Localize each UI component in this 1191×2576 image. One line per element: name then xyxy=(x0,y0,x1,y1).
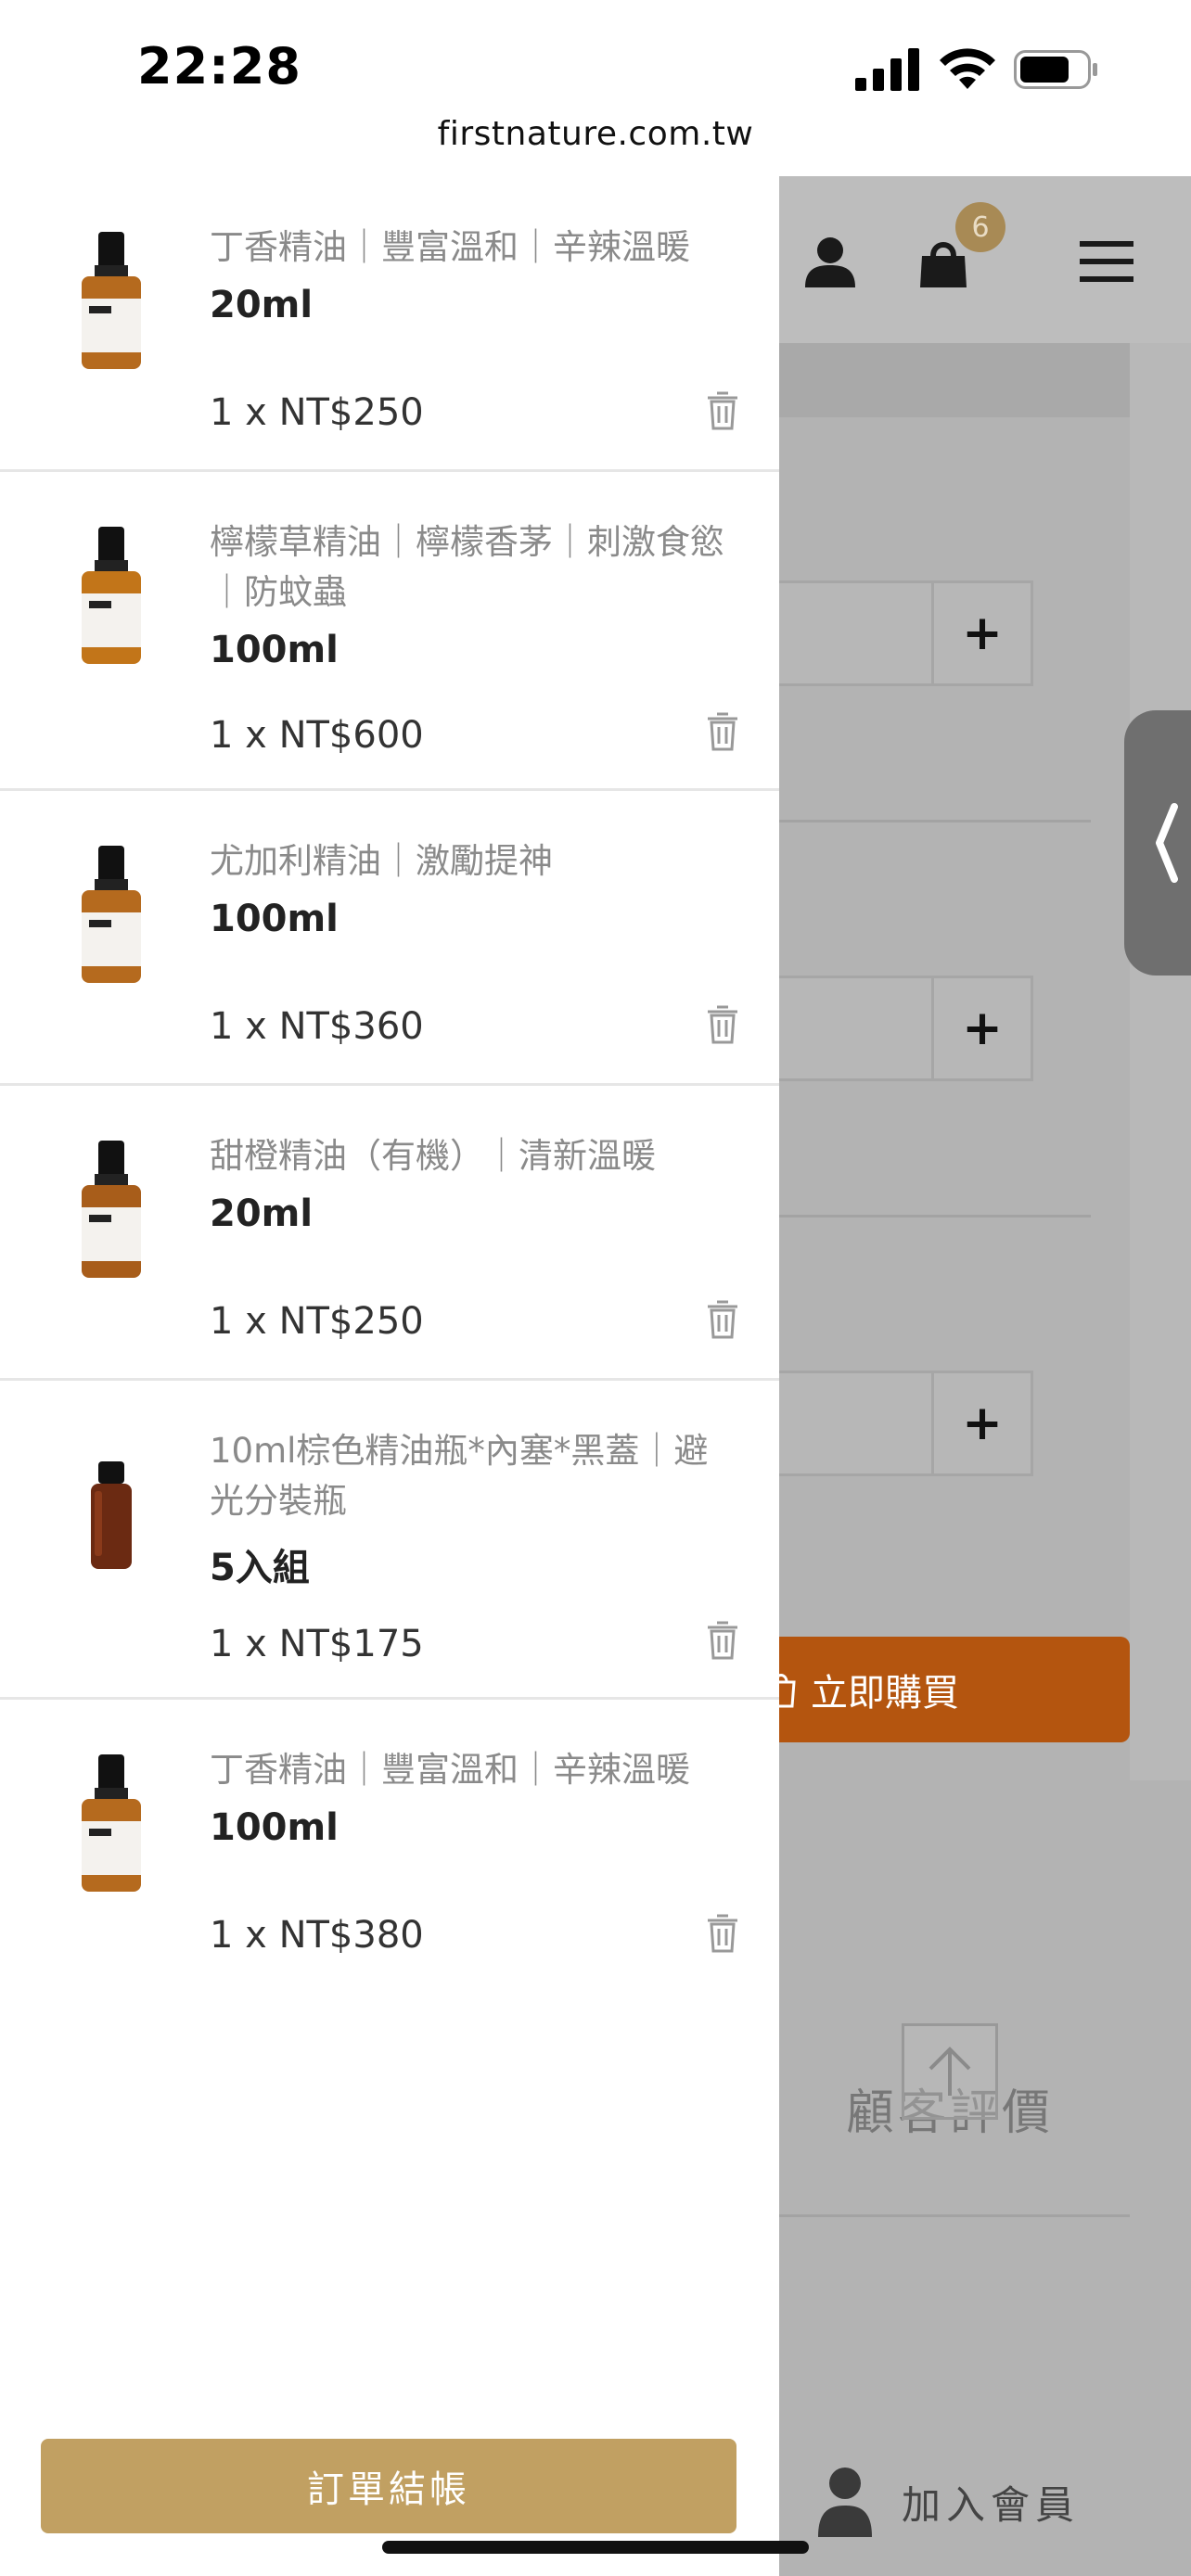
item-variant: 100ml xyxy=(210,629,339,671)
item-qty: 1 x xyxy=(210,714,267,757)
item-amount: NT$380 xyxy=(278,1914,424,1957)
item-qty: 1 x xyxy=(210,1300,267,1343)
item-name[interactable]: 10ml棕色精油瓶*內塞*黑蓋｜避光分裝瓶 xyxy=(210,1426,729,1526)
back-to-top-button[interactable] xyxy=(902,2023,998,2120)
item-qty: 1 x xyxy=(210,1005,267,1048)
status-bar: 22:28 firstnature.com.tw xyxy=(0,0,1191,176)
trash-icon[interactable] xyxy=(705,1003,740,1044)
plus-button[interactable]: + xyxy=(931,976,1033,1081)
plus-button[interactable]: + xyxy=(931,1371,1033,1476)
cart-count-badge: 6 xyxy=(955,202,1005,252)
cart-item: 甜橙精油（有機）｜清新溫暖 20ml 1 x NT$250 xyxy=(0,1085,779,1381)
item-qty: 1 x xyxy=(210,1623,267,1665)
page-column xyxy=(1130,343,1191,1780)
item-amount: NT$250 xyxy=(278,1300,424,1343)
join-member-button[interactable]: 加入會員 xyxy=(816,2467,1080,2537)
cart-item: 丁香精油｜豐富溫和｜辛辣溫暖 100ml 1 x NT$380 xyxy=(0,1699,779,1992)
battery-icon xyxy=(1014,50,1097,89)
product-image xyxy=(82,232,141,369)
signal-icon xyxy=(855,48,919,91)
menu-icon[interactable] xyxy=(1080,239,1133,284)
product-image xyxy=(91,1461,132,1569)
item-price: 1 x NT$600 xyxy=(210,714,424,757)
item-variant: 100ml xyxy=(210,1806,339,1849)
item-amount: NT$360 xyxy=(278,1005,424,1048)
item-variant: 5入組 xyxy=(210,1547,310,1589)
trash-icon[interactable] xyxy=(705,1619,740,1660)
trash-icon[interactable] xyxy=(705,389,740,430)
buy-now-label: 立即購買 xyxy=(811,1672,959,1715)
plus-button[interactable]: + xyxy=(931,580,1033,686)
clock: 22:28 xyxy=(137,37,301,96)
item-variant: 100ml xyxy=(210,898,339,940)
product-image xyxy=(82,1754,141,1892)
cart-drawer: 丁香精油｜豐富溫和｜辛辣溫暖 20ml 1 x NT$250 檸檬草精油｜檸檬香… xyxy=(0,176,779,2576)
member-icon xyxy=(818,2468,872,2537)
checkout-button[interactable]: 訂單結帳 xyxy=(41,2439,736,2533)
divider xyxy=(775,820,1091,823)
url-bar[interactable]: firstnature.com.tw xyxy=(0,115,1191,153)
arrow-up-icon xyxy=(928,2047,971,2096)
item-qty: 1 x xyxy=(210,391,267,434)
cart-item: 丁香精油｜豐富溫和｜辛辣溫暖 20ml 1 x NT$250 xyxy=(0,176,779,472)
product-image xyxy=(82,846,141,983)
info-bar xyxy=(775,343,1130,417)
user-icon[interactable] xyxy=(803,236,857,287)
chevron-left-icon xyxy=(1156,803,1178,883)
quantity-input[interactable] xyxy=(775,976,936,1081)
item-price: 1 x NT$175 xyxy=(210,1623,424,1665)
join-member-label: 加入會員 xyxy=(902,2481,1081,2528)
item-amount: NT$600 xyxy=(278,714,424,757)
cart-item: 10ml棕色精油瓶*內塞*黑蓋｜避光分裝瓶 5入組 1 x NT$175 xyxy=(0,1380,779,1700)
product-image xyxy=(82,1141,141,1278)
item-price: 1 x NT$250 xyxy=(210,1300,424,1343)
home-indicator[interactable] xyxy=(382,2541,809,2554)
wifi-icon xyxy=(940,48,995,89)
trash-icon[interactable] xyxy=(705,1298,740,1339)
item-price: 1 x NT$360 xyxy=(210,1005,424,1048)
product-image xyxy=(82,527,141,664)
trash-icon[interactable] xyxy=(705,710,740,751)
item-name[interactable]: 丁香精油｜豐富溫和｜辛辣溫暖 xyxy=(210,223,729,273)
item-name[interactable]: 丁香精油｜豐富溫和｜辛辣溫暖 xyxy=(210,1745,729,1795)
quantity-input[interactable] xyxy=(775,1371,936,1476)
trash-icon[interactable] xyxy=(705,1912,740,1953)
cart-item: 尤加利精油｜激勵提神 100ml 1 x NT$360 xyxy=(0,790,779,1086)
quantity-input[interactable] xyxy=(775,580,936,686)
divider xyxy=(775,2214,1130,2217)
item-variant: 20ml xyxy=(210,284,314,326)
item-name[interactable]: 檸檬草精油｜檸檬香茅｜刺激食慾｜防蚊蟲 xyxy=(210,517,729,618)
cart-item: 檸檬草精油｜檸檬香茅｜刺激食慾｜防蚊蟲 100ml 1 x NT$600 xyxy=(0,471,779,791)
item-qty: 1 x xyxy=(210,1914,267,1957)
buy-now-button[interactable]: 立即購買 xyxy=(766,1637,1130,1742)
item-amount: NT$250 xyxy=(278,391,424,434)
item-price: 1 x NT$380 xyxy=(210,1914,424,1957)
side-drawer-tab[interactable] xyxy=(1124,710,1191,976)
item-amount: NT$175 xyxy=(278,1623,424,1665)
item-name[interactable]: 甜橙精油（有機）｜清新溫暖 xyxy=(210,1131,729,1181)
item-name[interactable]: 尤加利精油｜激勵提神 xyxy=(210,836,729,886)
divider xyxy=(775,1215,1091,1218)
item-price: 1 x NT$250 xyxy=(210,391,424,434)
item-variant: 20ml xyxy=(210,1192,314,1235)
